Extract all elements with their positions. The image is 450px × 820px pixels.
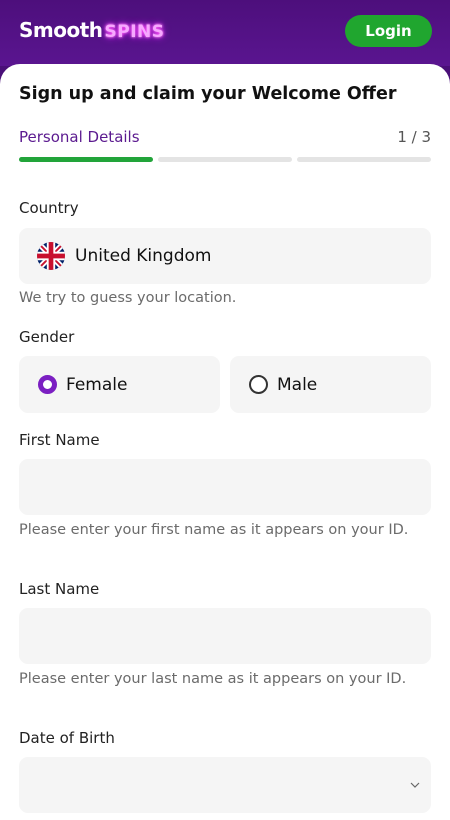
- login-button[interactable]: Login: [345, 15, 432, 47]
- dob-label: Date of Birth: [19, 729, 115, 747]
- progress-segment-2: [158, 157, 292, 162]
- country-value: United Kingdom: [75, 246, 212, 266]
- gender-option-female[interactable]: Female: [19, 356, 220, 413]
- step-progress-bar: [19, 157, 431, 162]
- signup-form-card: Sign up and claim your Welcome Offer Per…: [0, 64, 450, 820]
- uk-flag-icon: [37, 242, 65, 270]
- country-helper: We try to guess your location.: [19, 290, 237, 306]
- country-select[interactable]: United Kingdom: [19, 228, 431, 284]
- progress-segment-1: [19, 157, 153, 162]
- gender-option-male[interactable]: Male: [230, 356, 431, 413]
- form-title: Sign up and claim your Welcome Offer: [19, 84, 397, 104]
- last-name-helper: Please enter your last name as it appear…: [19, 671, 407, 687]
- first-name-label: First Name: [19, 431, 100, 449]
- app-header: Smooth SPINS Login: [0, 0, 450, 66]
- first-name-helper: Please enter your first name as it appea…: [19, 522, 409, 538]
- gender-option-label: Male: [277, 374, 318, 395]
- logo-text-spins: SPINS: [104, 22, 165, 42]
- step-label: Personal Details: [19, 128, 140, 146]
- radio-checked-icon: [38, 375, 57, 394]
- dob-select[interactable]: [19, 757, 431, 813]
- logo-text-smooth: Smooth: [19, 18, 103, 42]
- country-label: Country: [19, 199, 79, 217]
- chevron-down-icon: [410, 782, 420, 788]
- radio-unchecked-icon: [249, 375, 268, 394]
- smoothspins-logo[interactable]: Smooth SPINS: [19, 18, 165, 48]
- first-name-input[interactable]: [19, 459, 431, 515]
- gender-label: Gender: [19, 328, 75, 346]
- last-name-label: Last Name: [19, 580, 100, 598]
- gender-option-label: Female: [66, 374, 128, 395]
- step-count: 1 / 3: [397, 128, 431, 146]
- last-name-input[interactable]: [19, 608, 431, 664]
- progress-segment-3: [297, 157, 431, 162]
